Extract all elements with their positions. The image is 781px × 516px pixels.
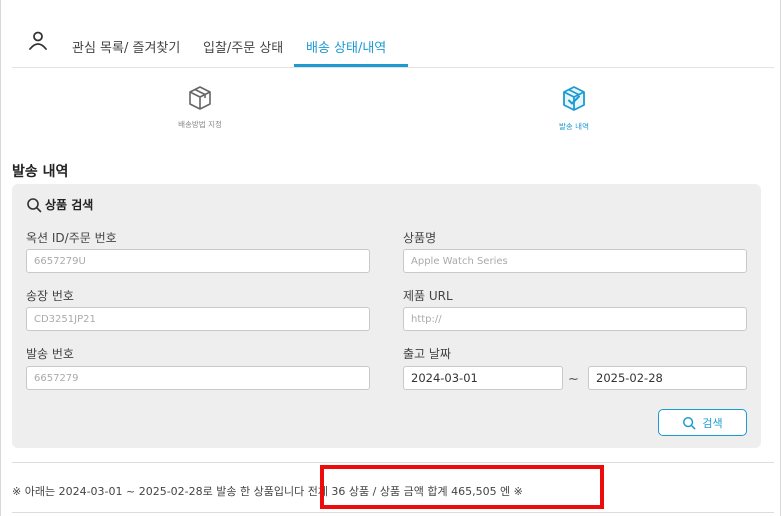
divider-top <box>12 462 774 463</box>
section-title: 발송 내역 <box>12 164 69 180</box>
subtab-label: 발송 내역 <box>559 122 589 131</box>
tab-shipping-status[interactable]: 배송 상태/내역 <box>306 37 386 56</box>
shipment-number-label: 발송 번호 <box>26 347 74 361</box>
auction-id-label: 옥션 ID/주문 번호 <box>26 231 117 245</box>
release-date-label: 출고 날짜 <box>403 347 451 361</box>
divider-bottom <box>12 512 774 513</box>
date-to-input[interactable] <box>588 366 747 390</box>
highlight-annotation-box <box>320 465 604 509</box>
search-button-label: 검색 <box>702 416 723 430</box>
product-search-panel: 상품 검색 옥션 ID/주문 번호 상품명 송장 번호 제품 URL 발송 번호… <box>12 184 761 448</box>
search-panel-title-text: 상품 검색 <box>45 198 94 212</box>
search-panel-title: 상품 검색 <box>26 196 93 213</box>
invoice-number-label: 송장 번호 <box>26 289 74 303</box>
top-tab-bar: 관심 목록/ 즐겨찾기 입찰/주문 상태 배송 상태/내역 <box>12 0 774 68</box>
subtab-shipment-history[interactable]: 발송 내역 <box>514 84 634 132</box>
frame-left-border <box>0 0 1 516</box>
invoice-number-input[interactable] <box>26 307 370 331</box>
active-tab-indicator <box>294 64 408 67</box>
product-name-input[interactable] <box>403 249 747 273</box>
user-icon[interactable] <box>28 30 48 54</box>
product-url-input[interactable] <box>403 307 747 331</box>
product-name-label: 상품명 <box>403 231 437 245</box>
auction-id-input[interactable] <box>26 249 370 273</box>
search-icon <box>27 197 42 212</box>
subtab-label: 배송방법 지정 <box>178 120 222 129</box>
search-icon <box>683 416 696 429</box>
tab-watchlist[interactable]: 관심 목록/ 즐겨찾기 <box>72 37 180 56</box>
box-icon <box>189 86 211 110</box>
search-button[interactable]: 검색 <box>658 409 747 436</box>
date-range-separator: ~ <box>568 372 579 387</box>
date-from-input[interactable] <box>403 366 563 390</box>
box-check-icon <box>563 86 585 111</box>
tab-bid-order-status[interactable]: 입찰/주문 상태 <box>203 37 283 56</box>
subtab-shipping-method[interactable]: 배송방법 지정 <box>140 84 260 130</box>
shipment-number-input[interactable] <box>26 366 370 390</box>
product-url-label: 제품 URL <box>403 289 453 303</box>
